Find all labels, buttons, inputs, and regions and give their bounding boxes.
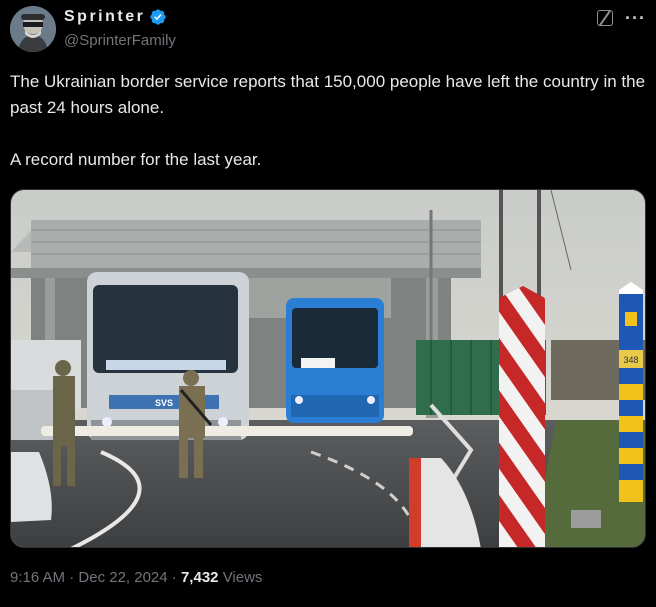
tweet-paragraph-2: A record number for the last year. bbox=[10, 150, 262, 169]
avatar[interactable] bbox=[10, 6, 56, 52]
tweet-date[interactable]: Dec 22, 2024 bbox=[78, 569, 167, 586]
author-name-row[interactable]: Sprinter bbox=[64, 8, 167, 26]
display-name[interactable]: Sprinter bbox=[64, 8, 145, 26]
meta-separator: · bbox=[69, 569, 75, 586]
verified-badge-icon bbox=[150, 9, 167, 25]
views-count: 7,432 bbox=[180, 569, 219, 586]
svg-text:348: 348 bbox=[623, 355, 638, 365]
border-crossing-photo: SVS 348 bbox=[11, 190, 645, 547]
views-label: Views bbox=[222, 569, 263, 586]
tweet-time[interactable]: 9:16 AM bbox=[10, 569, 65, 586]
more-icon[interactable]: ··· bbox=[625, 9, 646, 27]
tweet-media-photo[interactable]: SVS 348 bbox=[10, 189, 646, 548]
grok-icon[interactable] bbox=[597, 10, 614, 26]
coach-bus-left: SVS bbox=[87, 272, 249, 440]
ukraine-border-post: 348 bbox=[619, 282, 643, 502]
tweet-paragraph-1: The Ukrainian border service reports tha… bbox=[10, 72, 646, 117]
tweet-text: The Ukrainian border service reports tha… bbox=[10, 69, 646, 173]
meta-separator-2: · bbox=[171, 569, 177, 586]
coach-bus-right bbox=[286, 298, 384, 423]
tweet-meta: 9:16 AM · Dec 22, 2024 · 7,432 Views bbox=[10, 569, 262, 586]
svg-text:SVS: SVS bbox=[155, 398, 173, 408]
author-handle[interactable]: @SprinterFamily bbox=[64, 32, 176, 49]
tweet-actions-top: ··· bbox=[597, 9, 646, 27]
